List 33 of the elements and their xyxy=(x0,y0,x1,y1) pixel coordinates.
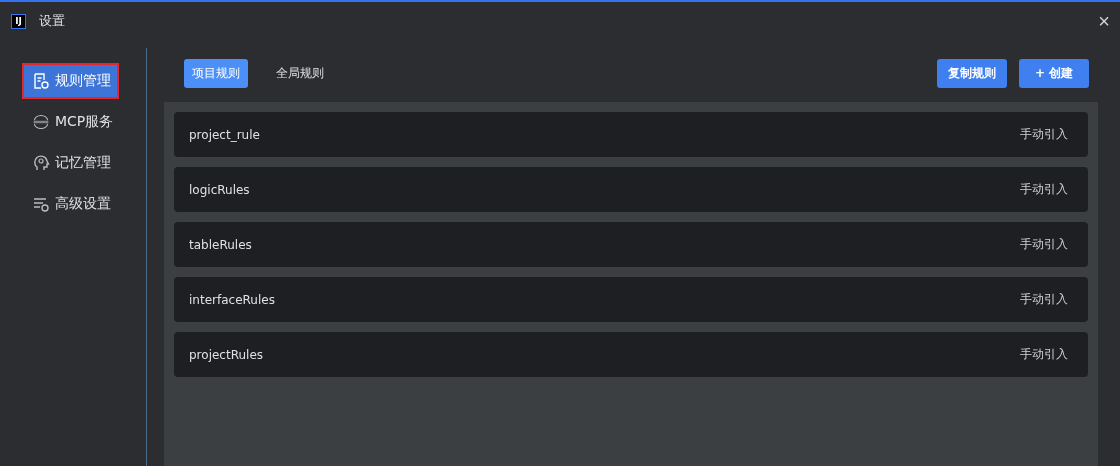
rule-name: interfaceRules xyxy=(189,292,275,307)
sidebar-item[interactable]: 规则管理 xyxy=(22,63,119,99)
rule-item[interactable]: interfaceRules 手动引入 xyxy=(174,277,1088,322)
action-button[interactable]: + 创建 xyxy=(1019,58,1089,88)
document-gear-icon xyxy=(32,72,50,90)
sidebar-item[interactable]: 高级设置 xyxy=(22,186,119,222)
rule-mode: 手动引入 xyxy=(1020,346,1068,363)
sidebar-item[interactable]: 记忆管理 xyxy=(22,145,119,181)
app-logo: IJ xyxy=(11,13,26,29)
close-button[interactable]: × xyxy=(1096,11,1112,31)
rule-item[interactable]: logicRules 手动引入 xyxy=(174,167,1088,212)
sidebar-label: 规则管理 xyxy=(55,72,111,90)
rule-item[interactable]: project_rule 手动引入 xyxy=(174,112,1088,157)
sidebar-item[interactable]: MCP服务 xyxy=(22,104,119,140)
list-gear-icon xyxy=(32,195,50,213)
rule-mode: 手动引入 xyxy=(1020,291,1068,308)
head-icon xyxy=(32,154,50,172)
rule-name: tableRules xyxy=(189,237,252,252)
rule-mode: 手动引入 xyxy=(1020,181,1068,198)
window-title: 设置 xyxy=(39,12,65,30)
rule-mode: 手动引入 xyxy=(1020,236,1068,253)
sidebar-label: 高级设置 xyxy=(55,195,111,213)
rule-name: project_rule xyxy=(189,127,260,142)
sidebar-label: 记忆管理 xyxy=(55,154,111,172)
sidebar-label: MCP服务 xyxy=(55,113,114,131)
action-button[interactable]: 复制规则 xyxy=(937,58,1007,88)
tab[interactable]: 全局规则 xyxy=(268,58,332,88)
mcp-icon xyxy=(32,113,50,131)
rule-item[interactable]: tableRules 手动引入 xyxy=(174,222,1088,267)
rule-item[interactable]: projectRules 手动引入 xyxy=(174,332,1088,377)
rule-name: projectRules xyxy=(189,347,264,362)
rule-name: logicRules xyxy=(189,182,250,197)
rule-mode: 手动引入 xyxy=(1020,126,1068,143)
